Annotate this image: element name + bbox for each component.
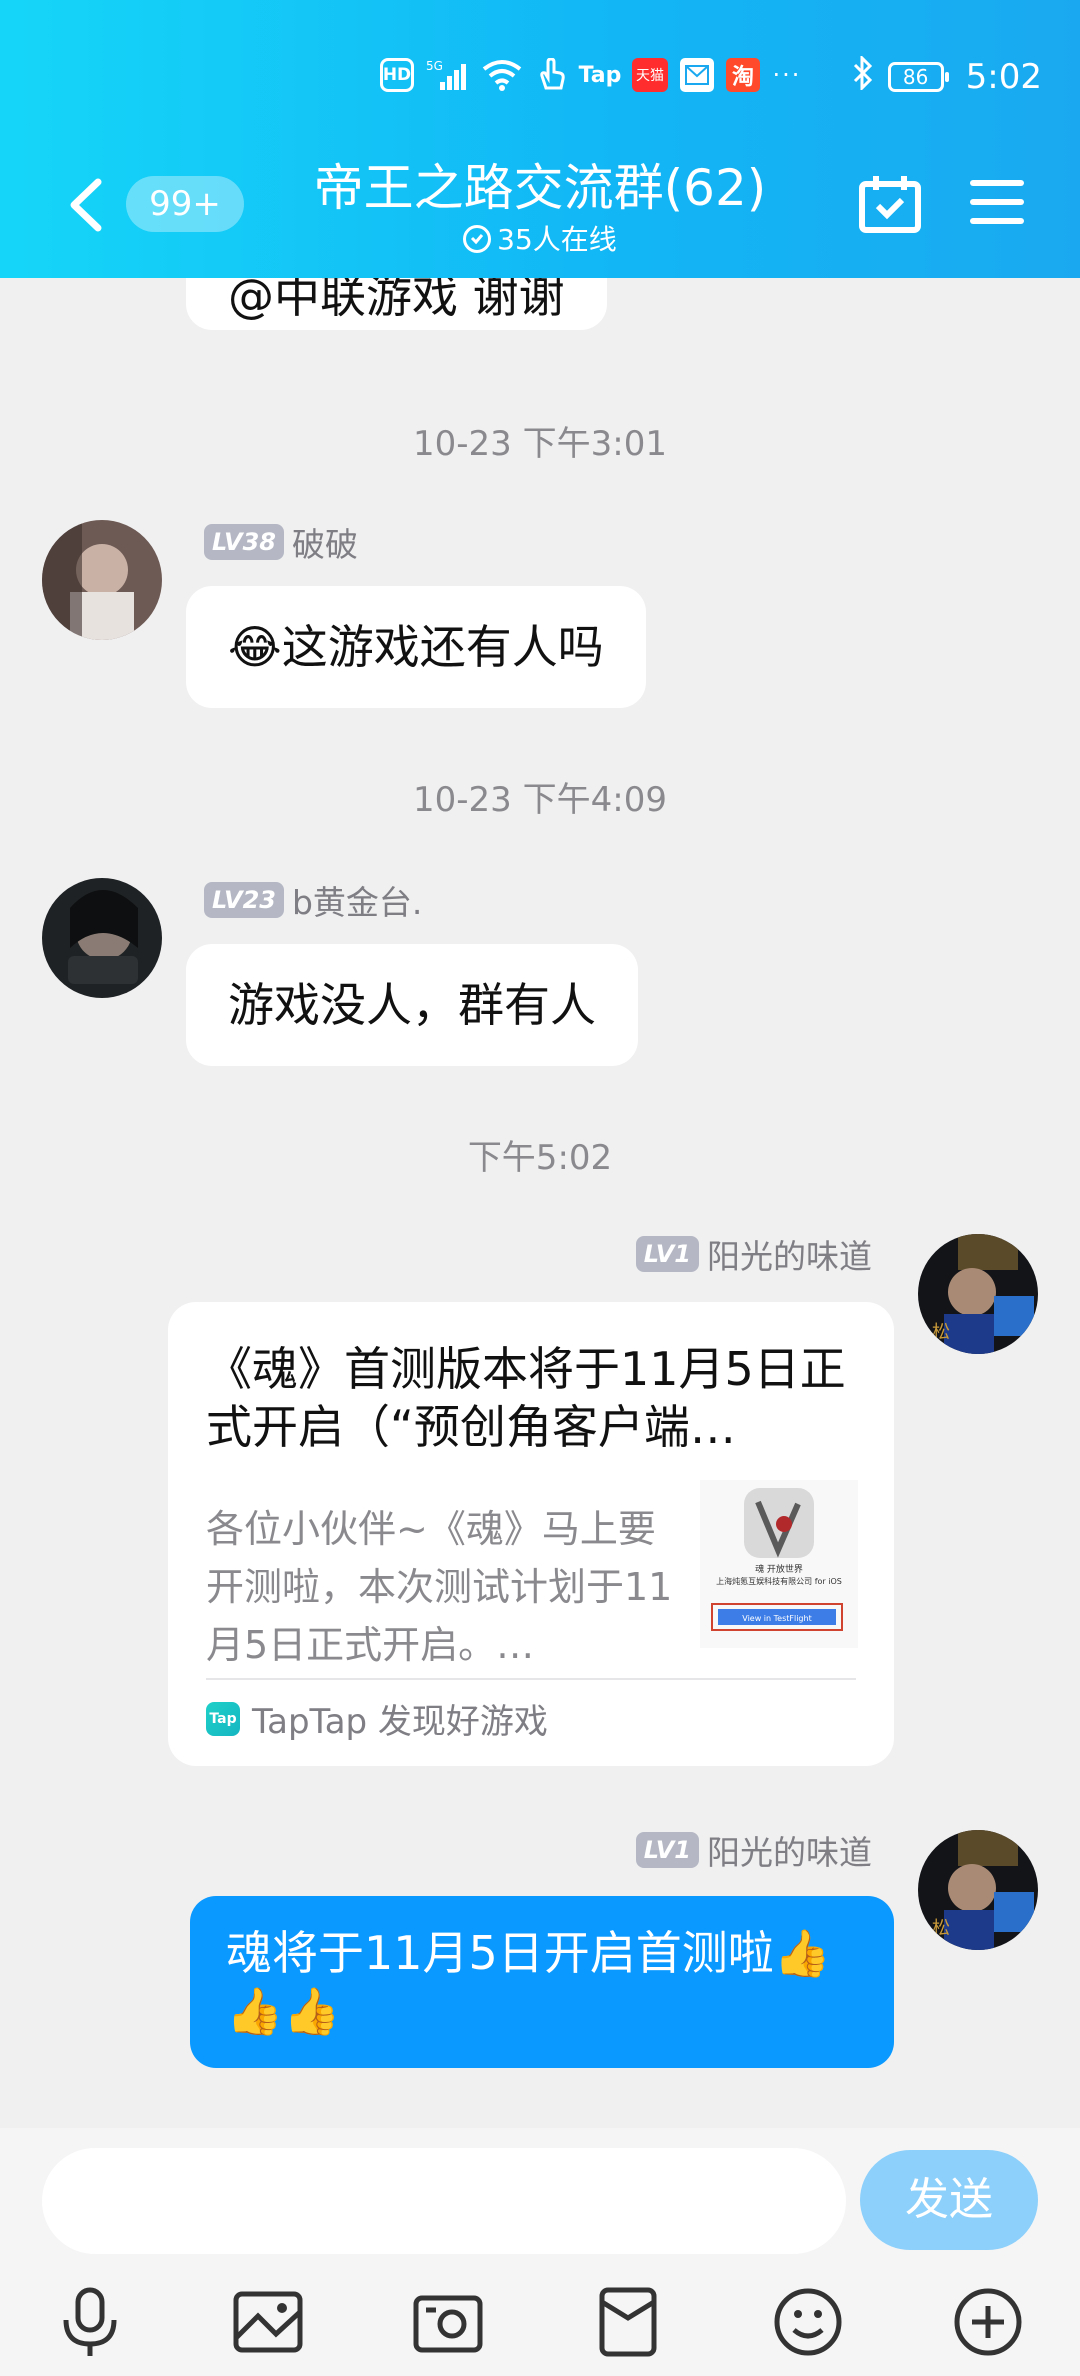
- level-badge: LV23: [204, 882, 284, 918]
- microphone-icon[interactable]: [54, 2286, 126, 2358]
- sender-name[interactable]: 阳光的味道: [707, 1230, 872, 1278]
- taobao-icon: 淘: [726, 58, 760, 92]
- svg-text:上海炖氪互娱科技有限公司 for iOS: 上海炖氪互娱科技有限公司 for iOS: [716, 1576, 842, 1586]
- svg-text:松: 松: [932, 1322, 950, 1343]
- tmall-icon: 天猫: [632, 58, 668, 92]
- my-message-bubble[interactable]: 魂将于11月5日开启首测啦👍👍👍: [190, 1896, 894, 2068]
- hd-icon: HD: [380, 58, 414, 92]
- bluetooth-icon: [852, 54, 874, 98]
- more-notifications-icon: ···: [772, 61, 802, 89]
- camera-icon[interactable]: [412, 2286, 484, 2358]
- status-right: 86 5:02: [852, 54, 1042, 98]
- message-bubble[interactable]: 😂这游戏还有人吗: [186, 586, 646, 708]
- card-source-text: TapTap 发现好游戏: [252, 1702, 548, 1742]
- status-bar: HD 5G Tap 天猫 淘 ··· 86 5:02: [0, 52, 1080, 108]
- online-check-icon: [463, 225, 492, 253]
- gesture-icon: [534, 58, 568, 92]
- sender-name[interactable]: b黄金台.: [292, 876, 422, 924]
- emoji-icon[interactable]: [772, 2286, 844, 2358]
- message-input[interactable]: [42, 2148, 846, 2254]
- red-packet-icon[interactable]: [592, 2286, 664, 2358]
- timestamp: 下午5:02: [467, 1138, 613, 1178]
- taptap-logo-icon: Tap: [206, 1701, 240, 1736]
- menu-icon[interactable]: [968, 174, 1026, 230]
- svg-text:View in TestFlight: View in TestFlight: [742, 1614, 811, 1623]
- input-bar: 发送: [0, 2128, 1080, 2376]
- calendar-check-button[interactable]: [858, 174, 922, 234]
- online-count-text: 35人在线: [497, 223, 617, 256]
- avatar[interactable]: 松: [918, 1830, 1038, 1950]
- svg-text:5G: 5G: [426, 59, 443, 73]
- battery-icon: 86: [887, 62, 949, 92]
- message-bubble[interactable]: 游戏没人，群有人: [186, 944, 638, 1066]
- wifi-icon: [482, 58, 522, 92]
- image-icon[interactable]: [232, 2286, 304, 2358]
- avatar[interactable]: [42, 878, 162, 998]
- sender-info: LV38 破破: [204, 518, 358, 566]
- send-button[interactable]: 发送: [860, 2150, 1038, 2250]
- signal-icon: 5G: [426, 58, 470, 92]
- svg-text:松: 松: [932, 1918, 950, 1939]
- svg-text:魂 开放世界: 魂 开放世界: [755, 1563, 803, 1575]
- level-badge: LV1: [635, 1236, 699, 1272]
- status-icons: HD 5G Tap 天猫 淘 ···: [380, 58, 802, 92]
- tap-app-icon: Tap: [578, 62, 622, 88]
- level-badge: LV38: [204, 524, 284, 560]
- avatar[interactable]: [42, 520, 162, 640]
- link-share-card[interactable]: 《魂》首测版本将于11月5日正式开启（“预创角客户端… 各位小伙伴~《魂》马上要…: [168, 1302, 894, 1766]
- card-divider: [206, 1678, 856, 1680]
- chat-area[interactable]: @中联游戏 谢谢 10-23 下午3:01 LV38 破破 😂这游戏还有人吗 1…: [0, 278, 1080, 2128]
- timestamp: 10-23 下午4:09: [413, 780, 667, 820]
- card-source: Tap TapTap 发现好游戏: [206, 1694, 548, 1743]
- sender-info: LV23 b黄金台.: [204, 876, 422, 924]
- sender-info: LV1 阳光的味道: [635, 1826, 872, 1874]
- card-title: 《魂》首测版本将于11月5日正式开启（“预创角客户端…: [206, 1342, 846, 1454]
- level-badge: LV1: [635, 1832, 699, 1868]
- timestamp: 10-23 下午3:01: [413, 424, 667, 464]
- avatar[interactable]: 松: [918, 1234, 1038, 1354]
- card-description: 各位小伙伴~《魂》马上要开测啦，本次测试计划于11月5日正式开启。…: [206, 1507, 673, 1667]
- plus-icon[interactable]: [952, 2286, 1024, 2358]
- card-thumbnail: 魂 开放世界 上海炖氪互娱科技有限公司 for iOS View in Test…: [700, 1480, 858, 1648]
- clock: 5:02: [965, 57, 1042, 97]
- chat-header: HD 5G Tap 天猫 淘 ··· 86 5:02 99+ 帝王之路交流群(6…: [0, 0, 1080, 278]
- mail-icon: [680, 58, 714, 92]
- nav-bar: 99+ 帝王之路交流群(62) 35人在线: [0, 140, 1080, 270]
- message-bubble[interactable]: @中联游戏 谢谢: [186, 278, 607, 330]
- sender-info: LV1 阳光的味道: [635, 1230, 872, 1278]
- sender-name[interactable]: 破破: [292, 518, 358, 566]
- sender-name[interactable]: 阳光的味道: [707, 1826, 872, 1874]
